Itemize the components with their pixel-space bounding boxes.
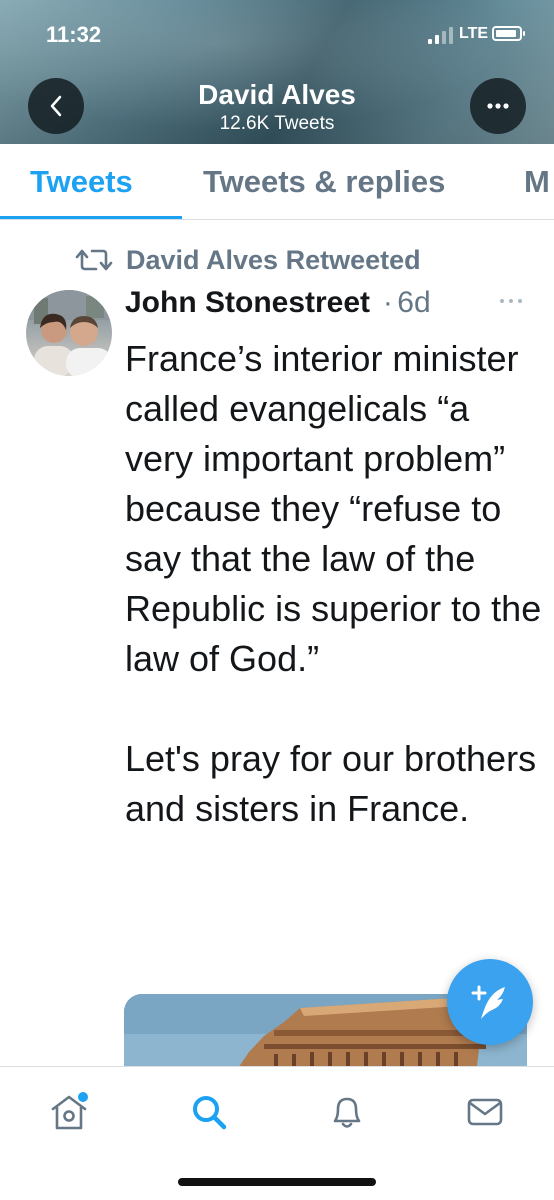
profile-tabs: Tweets Tweets & replies M — [0, 144, 554, 220]
tweet-text: France’s interior minister called evange… — [125, 334, 545, 834]
status-time: 11:32 — [46, 22, 102, 47]
bottom-tab-bar — [0, 1066, 554, 1200]
more-options-button[interactable] — [470, 78, 526, 134]
author-name[interactable]: John Stonestreet — [125, 286, 370, 319]
home-indicator — [178, 1178, 376, 1186]
tweet-separator: · — [374, 286, 393, 319]
tab-tweets-replies[interactable]: Tweets & replies — [203, 164, 445, 200]
compose-tweet-button[interactable] — [447, 959, 533, 1045]
network-label: LTE — [459, 25, 489, 42]
tweet-time: 6d — [397, 286, 431, 319]
retweet-context[interactable]: David Alves Retweeted — [74, 243, 421, 277]
status-bar: 11:32 LTE — [0, 0, 554, 70]
mail-icon — [467, 1098, 503, 1126]
tweet-more-button[interactable] — [498, 291, 524, 311]
search-icon — [193, 1096, 227, 1130]
tab-tweets[interactable]: Tweets — [30, 164, 133, 200]
active-tab-indicator — [0, 216, 182, 219]
avatar[interactable] — [26, 290, 112, 376]
retweet-label: David Alves Retweeted — [126, 244, 421, 275]
compose-icon — [471, 985, 505, 1019]
battery-icon — [492, 26, 525, 41]
profile-header: 11:32 LTE David Alves 12.6K Tweets — [0, 0, 554, 144]
bell-icon — [333, 1097, 361, 1128]
ellipsis-icon — [500, 299, 522, 303]
tweet-paragraph: Let's pray for our brothers and sisters … — [125, 738, 537, 829]
notifications-tab[interactable] — [326, 1091, 366, 1131]
search-tab[interactable] — [188, 1091, 228, 1131]
tweet-paragraph: France’s interior minister called evange… — [125, 338, 542, 679]
home-tab[interactable] — [48, 1091, 88, 1131]
retweet-icon — [75, 249, 113, 271]
ellipsis-icon — [487, 103, 509, 109]
signal-icon — [428, 26, 456, 44]
tweet-header: John Stonestreet · 6d — [125, 286, 535, 326]
messages-tab[interactable] — [464, 1091, 504, 1131]
tab-media[interactable]: M — [524, 164, 550, 200]
home-icon — [51, 1092, 88, 1130]
